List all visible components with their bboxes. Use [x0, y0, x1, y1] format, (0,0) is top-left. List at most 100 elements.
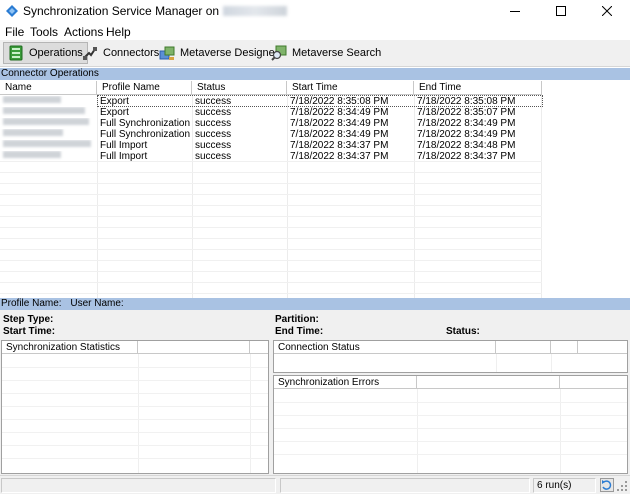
column-header-status[interactable]: Status [192, 81, 287, 95]
row-divider [274, 402, 627, 403]
row-divider [2, 419, 268, 420]
cell-profile: Full Synchronization [100, 118, 191, 129]
column-header-profile-name[interactable]: Profile Name [97, 81, 192, 95]
cell-profile: Full Synchronization [100, 129, 191, 140]
sync-statistics-header: Synchronization Statistics [2, 341, 268, 354]
row-divider [274, 454, 627, 455]
row-divider [274, 415, 627, 416]
row-divider [2, 445, 268, 446]
metaverse-search-label: Metaverse Search [292, 47, 382, 59]
cell-end-time: 7/18/2022 8:34:49 PM [417, 129, 516, 140]
row-divider [0, 183, 542, 184]
row-divider [0, 216, 542, 217]
column-divider [496, 354, 497, 372]
cell-start-time: 7/18/2022 8:34:49 PM [290, 129, 389, 140]
metaverse-designer-label: Metaverse Designer [180, 47, 279, 59]
toolbar: Operations Connectors Metaverse Designer… [0, 40, 630, 67]
window-title: Synchronization Service Manager on [23, 4, 288, 18]
status-bar: 6 run(s) [0, 475, 630, 494]
connection-status-column-2[interactable] [496, 341, 551, 354]
cell-status: success [195, 118, 232, 129]
end-time-label: End Time: [275, 326, 324, 337]
minimize-button[interactable] [492, 0, 538, 22]
menu-help[interactable]: Help [106, 25, 131, 39]
step-type-label: Step Type: [3, 314, 54, 325]
cell-end-time: 7/18/2022 8:34:49 PM [417, 118, 516, 129]
row-divider [0, 227, 542, 228]
connectors-button[interactable]: Connectors [78, 42, 163, 64]
row-divider [0, 238, 542, 239]
connection-status-column-3[interactable] [551, 341, 578, 354]
details-profile-name-label: Profile Name: [1, 298, 62, 309]
row-divider [274, 428, 627, 429]
operations-button[interactable]: Operations [3, 42, 88, 64]
title-bar: Synchronization Service Manager on [0, 0, 630, 22]
details-header: Profile Name: User Name: [0, 298, 630, 310]
menu-actions[interactable]: Actions [64, 25, 103, 39]
operations-grid[interactable]: Name Profile Name Status Start Time End … [0, 81, 630, 298]
row-divider [0, 293, 542, 294]
minimize-icon [510, 11, 520, 12]
operations-icon [9, 45, 23, 61]
connector-operations-header: Connector Operations [0, 68, 630, 80]
cell-end-time: 7/18/2022 8:35:07 PM [417, 107, 516, 118]
cell-status: success [195, 129, 232, 140]
cell-name-redacted [0, 140, 97, 151]
resize-grip-icon[interactable] [617, 481, 628, 492]
close-button[interactable] [584, 0, 630, 22]
table-row[interactable]: Full Import success 7/18/2022 8:34:37 PM… [0, 140, 542, 151]
row-divider [0, 271, 542, 272]
metaverse-search-button[interactable]: Metaverse Search [267, 42, 385, 64]
row-divider [0, 194, 542, 195]
column-header-name[interactable]: Name [0, 81, 97, 95]
row-divider [0, 161, 542, 162]
sync-statistics-value-column[interactable] [138, 341, 250, 354]
status-label: Status: [446, 326, 480, 337]
cell-end-time: 7/18/2022 8:34:48 PM [417, 140, 516, 151]
sync-statistics-column[interactable]: Synchronization Statistics [2, 341, 138, 354]
column-header-end-time[interactable]: End Time [414, 81, 542, 95]
menu-tools[interactable]: Tools [30, 25, 58, 39]
sync-statistics-panel[interactable]: Synchronization Statistics [1, 340, 269, 474]
row-divider [0, 282, 542, 283]
connectors-icon [83, 47, 97, 60]
cell-profile: Export [100, 107, 129, 118]
row-divider [2, 458, 268, 459]
connection-status-column[interactable]: Connection Status [274, 341, 496, 354]
sync-errors-header: Synchronization Errors [274, 376, 627, 389]
table-row[interactable]: Full Synchronization success 7/18/2022 8… [0, 118, 542, 129]
app-icon [6, 5, 18, 17]
table-row[interactable]: Export success 7/18/2022 8:34:49 PM 7/18… [0, 107, 542, 118]
details-user-name-label: User Name: [70, 298, 124, 309]
column-divider [250, 354, 251, 473]
row-focus-rectangle [97, 95, 543, 107]
row-divider [0, 172, 542, 173]
metaverse-designer-button[interactable]: Metaverse Designer [155, 42, 282, 64]
cell-profile: Full Import [100, 140, 148, 151]
connection-status-panel[interactable]: Connection Status [273, 340, 628, 373]
row-divider [2, 393, 268, 394]
cell-name-redacted [0, 129, 97, 140]
maximize-button[interactable] [538, 0, 584, 22]
row-divider [0, 205, 542, 206]
cell-start-time: 7/18/2022 8:34:49 PM [290, 118, 389, 129]
menu-file[interactable]: File [5, 25, 24, 39]
partition-label: Partition: [275, 314, 319, 325]
cell-status: success [195, 140, 232, 151]
column-divider [138, 354, 139, 473]
cell-name-redacted [0, 107, 97, 118]
sync-errors-panel[interactable]: Synchronization Errors [273, 375, 628, 474]
refresh-icon[interactable] [600, 478, 614, 492]
connection-status-header: Connection Status [274, 341, 627, 354]
menu-bar: File Tools Actions Help [0, 22, 630, 40]
cell-name-redacted [0, 118, 97, 129]
row-divider [0, 260, 542, 261]
table-row[interactable]: Full Synchronization success 7/18/2022 8… [0, 129, 542, 140]
sync-errors-column[interactable]: Synchronization Errors [274, 376, 417, 389]
column-divider [551, 354, 552, 372]
sync-errors-column-2[interactable] [417, 376, 560, 389]
column-header-start-time[interactable]: Start Time [287, 81, 414, 95]
row-divider [274, 441, 627, 442]
run-count: 6 run(s) [533, 478, 596, 493]
row-divider [2, 406, 268, 407]
